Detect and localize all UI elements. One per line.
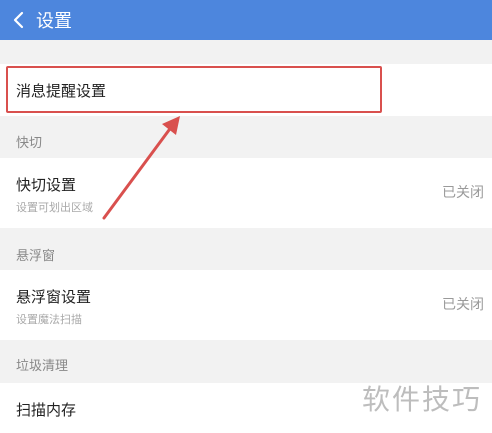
section-header-float-window: 悬浮窗 <box>16 249 56 264</box>
watermark-text: 软件技巧 <box>361 383 482 416</box>
quick-cut-settings-row[interactable]: 快切设置 设置可划出区域 已关闭 <box>0 158 492 228</box>
float-window-settings-label: 悬浮窗设置 <box>16 288 92 306</box>
chevron-left-icon <box>13 11 24 29</box>
float-window-status: 已关闭 <box>442 297 484 313</box>
section-header-junk-clean: 垃圾清理 <box>16 359 69 374</box>
float-window-settings-subtitle: 设置魔法扫描 <box>16 313 82 326</box>
quick-cut-settings-label: 快切设置 <box>16 176 77 194</box>
scan-memory-label: 扫描内存 <box>16 401 77 419</box>
quick-cut-settings-subtitle: 设置可划出区域 <box>16 201 93 214</box>
top-app-bar: 设置 <box>0 0 492 40</box>
page-title: 设置 <box>36 11 72 32</box>
highlight-box <box>6 66 382 113</box>
float-window-settings-row[interactable]: 悬浮窗设置 设置魔法扫描 已关闭 <box>0 270 492 340</box>
back-button[interactable] <box>4 0 34 40</box>
quick-cut-status: 已关闭 <box>442 185 484 201</box>
section-header-quick-cut: 快切 <box>16 136 43 151</box>
